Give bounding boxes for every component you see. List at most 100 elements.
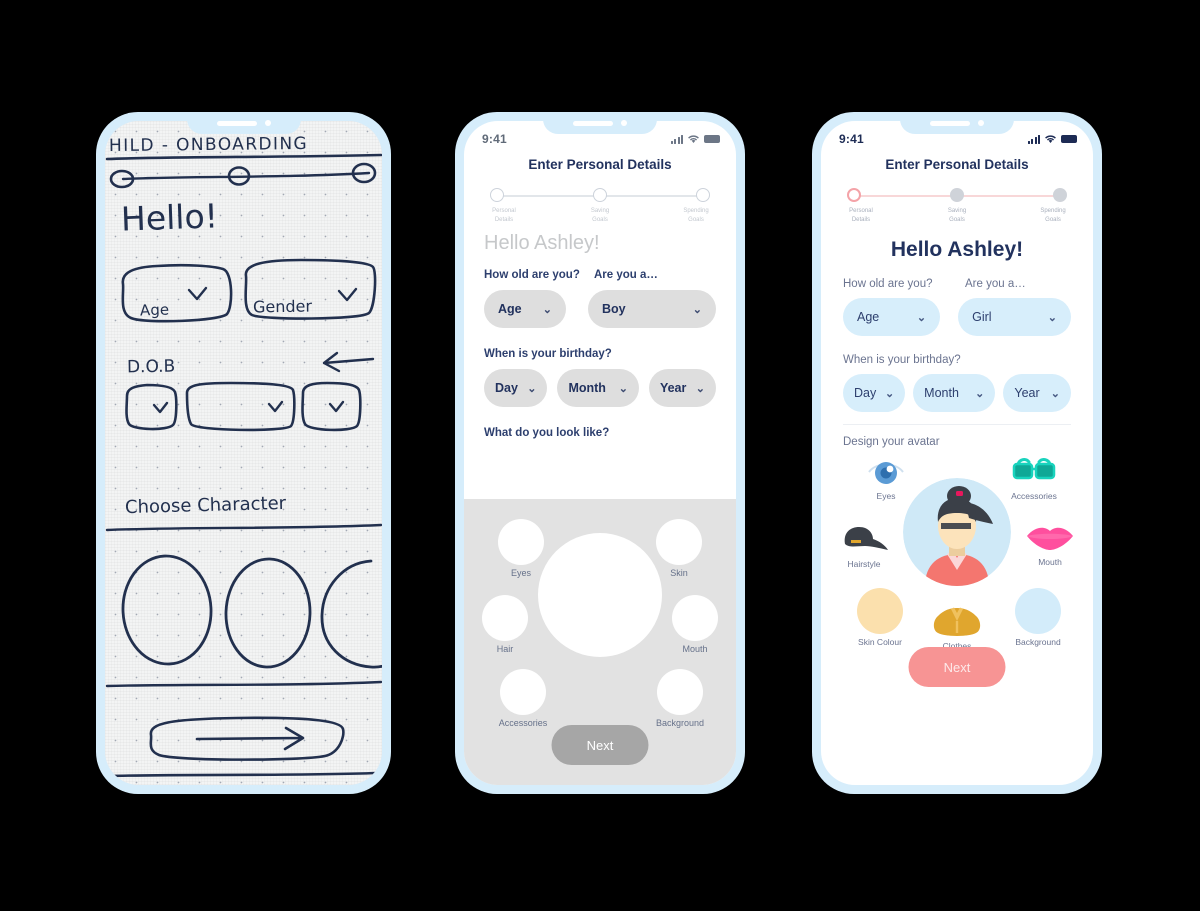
option-label: Skin (670, 568, 688, 578)
day-select[interactable]: Day ⌄ (484, 369, 548, 407)
page-title: Enter Personal Details (885, 157, 1029, 172)
skin-colour-swatch (857, 588, 903, 634)
phone-wireframe-sketch: HILD - ONBOARDING Hello! Age Gender D.O.… (96, 112, 391, 794)
day-select-value: Day (495, 381, 518, 395)
speaker-grille-icon (216, 120, 257, 126)
gender-select[interactable]: Girl ⌄ (958, 298, 1071, 336)
status-indicators (670, 134, 720, 144)
avatar-section-label: Design your avatar (843, 436, 940, 448)
option-eyes[interactable]: Eyes (851, 456, 921, 501)
birthday-question-label: When is your birthday? (843, 354, 961, 366)
screenshot-stage: HILD - ONBOARDING Hello! Age Gender D.O.… (0, 0, 1200, 911)
stepper-label-personal-details: Personal Details (849, 208, 873, 223)
month-select[interactable]: Month ⌄ (557, 369, 639, 407)
clothes-icon (933, 607, 981, 636)
option-mouth[interactable]: Mouth (1015, 524, 1085, 567)
app-screen: 9:41 Enter Personal Details Personal Det… (464, 121, 736, 785)
speaker-grille-icon (573, 120, 613, 126)
age-select[interactable]: Age ⌄ (843, 298, 941, 336)
option-mouth[interactable]: Mouth (660, 595, 730, 654)
option-skin-colour[interactable]: Skin Colour (841, 588, 919, 647)
gender-question-label: Are you a… (594, 269, 658, 281)
chevron-down-icon: ⌄ (542, 303, 552, 316)
lips-icon (1027, 527, 1073, 550)
stepper-dot-spending-goals[interactable] (1053, 188, 1067, 202)
front-camera-icon (978, 120, 984, 126)
stepper-dot-spending-goals[interactable] (696, 188, 710, 202)
option-label: Accessories (498, 718, 548, 728)
hairstyle-icon (844, 527, 888, 550)
stepper-label-spending-goals: Spending Goals (1040, 208, 1066, 223)
wireframe-gender-field-label[interactable]: Gender (253, 296, 312, 316)
next-button[interactable]: Next (908, 647, 1006, 687)
stepper-dot-personal-details[interactable] (490, 188, 504, 202)
speaker-grille-icon (930, 120, 970, 126)
stepper-dot-personal-details[interactable] (847, 188, 861, 202)
month-select-value: Month (568, 381, 606, 395)
avatar-builder-panel: Eyes Skin Hair Mouth Accessories Backgro… (464, 499, 736, 785)
gender-select[interactable]: Boy ⌄ (588, 290, 716, 328)
age-question-label: How old are you? (843, 278, 933, 290)
option-label: Accessories (1011, 491, 1057, 501)
stepper-dot-saving-goals[interactable] (593, 188, 607, 202)
option-label: Eyes (510, 568, 531, 578)
progress-stepper: Personal Details Saving Goals Spending G… (488, 188, 712, 224)
status-time: 9:41 (482, 132, 507, 146)
next-button[interactable]: Next (551, 725, 649, 765)
option-accessories[interactable]: Accessories (995, 456, 1073, 501)
month-select[interactable]: Month ⌄ (913, 374, 996, 412)
battery-icon (704, 135, 720, 143)
wireframe-age-field-label[interactable]: Age (140, 300, 170, 319)
phone-notch (900, 112, 1014, 134)
phone-notch (186, 112, 301, 134)
stepper-label-personal-details: Personal Details (492, 208, 516, 223)
option-label: Mouth (682, 644, 708, 654)
stepper-label-saving-goals: Saving Goals (947, 208, 967, 223)
page-title: Enter Personal Details (528, 157, 672, 172)
signal-bars-icon (1027, 134, 1040, 144)
eyes-swatch (498, 519, 544, 565)
year-select[interactable]: Year ⌄ (1003, 374, 1071, 412)
age-select-value: Age (857, 310, 880, 324)
year-select[interactable]: Year ⌄ (648, 369, 716, 407)
front-camera-icon (621, 120, 627, 126)
option-label: Hair (496, 644, 514, 654)
option-background[interactable]: Background (638, 669, 722, 728)
option-clothes[interactable]: Clothes (922, 604, 992, 651)
sunglasses-icon (1012, 458, 1056, 480)
month-select-value: Month (924, 386, 959, 400)
wireframe-choose-character-label: Choose Character (124, 492, 287, 519)
accessories-swatch (500, 669, 546, 715)
gender-select-value: Girl (972, 310, 992, 324)
app-screen: 9:41 Enter Personal Details Personal Det… (821, 121, 1093, 785)
option-hair[interactable]: Hair (470, 595, 540, 654)
day-select[interactable]: Day ⌄ (843, 374, 906, 412)
year-select-value: Year (659, 381, 687, 395)
day-select-value: Day (854, 386, 877, 400)
option-hairstyle[interactable]: Hairstyle (829, 524, 899, 569)
option-skin[interactable]: Skin (644, 519, 714, 578)
stepper-label-saving-goals: Saving Goals (590, 208, 610, 223)
stepper-label-spending-goals: Spending Goals (683, 208, 709, 223)
chevron-down-icon: ⌄ (975, 387, 985, 400)
age-question-label: How old are you? (484, 269, 580, 281)
chevron-down-icon: ⌄ (692, 303, 702, 316)
age-select[interactable]: Age ⌄ (484, 290, 566, 328)
background-swatch (657, 669, 703, 715)
option-label: Mouth (1038, 557, 1062, 567)
signal-bars-icon (670, 134, 683, 144)
gender-select-value: Boy (602, 302, 626, 316)
option-accessories[interactable]: Accessories (482, 669, 564, 728)
age-field-group: How old are you? (843, 278, 943, 290)
chevron-down-icon: ⌄ (1047, 311, 1057, 324)
option-background[interactable]: Background (997, 588, 1079, 647)
stepper-dot-saving-goals[interactable] (950, 188, 964, 202)
greeting-text: Hello Ashley! (890, 238, 1024, 261)
option-eyes[interactable]: Eyes (486, 519, 556, 578)
option-label: Eyes (876, 491, 896, 501)
eye-icon (868, 462, 904, 484)
battery-icon (1061, 135, 1077, 143)
skin-swatch (656, 519, 702, 565)
greeting-text: Hello Ashley! (484, 232, 600, 254)
chevron-down-icon: ⌄ (884, 387, 895, 400)
